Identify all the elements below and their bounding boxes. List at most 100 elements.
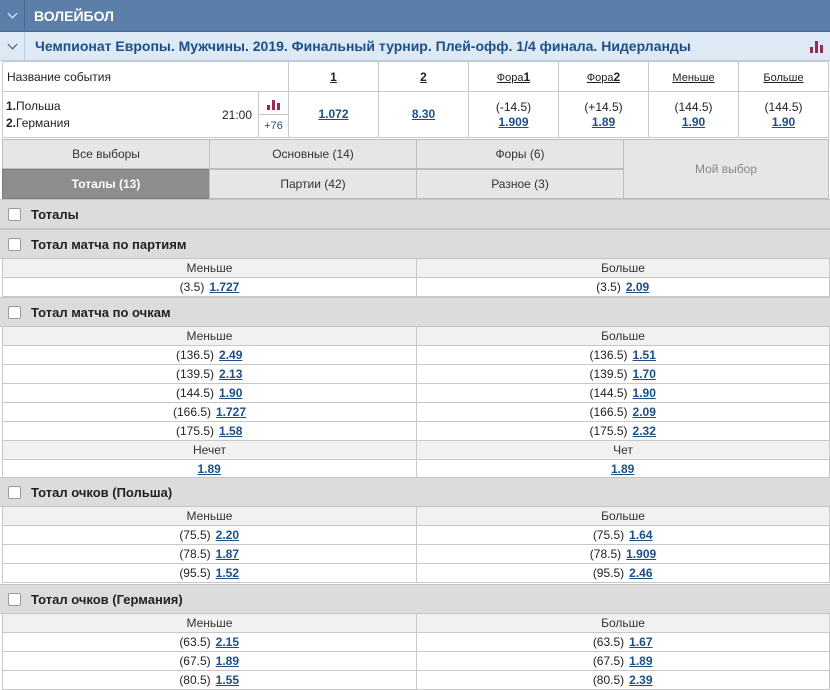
- chevron-down-icon: [7, 39, 17, 49]
- event-stats-button[interactable]: [259, 92, 288, 115]
- col-more-header[interactable]: Больше: [738, 61, 829, 92]
- section-checkbox[interactable]: [8, 305, 21, 319]
- more-odd[interactable]: 1.90: [772, 115, 795, 129]
- col-1-label[interactable]: 1: [330, 70, 337, 84]
- less-param: (144.5): [674, 99, 713, 114]
- filter-totals[interactable]: Тоталы (13): [2, 169, 210, 199]
- more-param: (144.5): [764, 99, 803, 114]
- less-cell[interactable]: (144.5) 1.90: [648, 91, 739, 138]
- event-row: 21:00 1.Польша 2.Германия +76 1.072 8.30…: [2, 91, 829, 138]
- col-2-header[interactable]: 2: [378, 61, 469, 92]
- col-fora2-header[interactable]: Фора2: [558, 61, 649, 92]
- table-row: (78.5) 1.87 (78.5) 1.909: [2, 545, 830, 564]
- more-option[interactable]: (166.5) 2.09: [416, 403, 830, 422]
- less-option[interactable]: (63.5) 2.15: [2, 633, 416, 652]
- more-option[interactable]: (139.5) 1.70: [416, 365, 830, 384]
- odd-2-cell[interactable]: 8.30: [378, 91, 469, 138]
- col-fora2-label[interactable]: Фора2: [587, 70, 620, 84]
- section-checkbox[interactable]: [8, 592, 21, 606]
- more-option[interactable]: (144.5) 1.90: [416, 384, 830, 403]
- col-more-label[interactable]: Больше: [763, 72, 803, 84]
- less-option[interactable]: (166.5) 1.727: [2, 403, 416, 422]
- chevron-down-icon: [7, 8, 17, 19]
- sport-title: ВОЛЕЙБОЛ: [34, 7, 114, 24]
- more-option[interactable]: (78.5) 1.909: [416, 545, 830, 564]
- less-option[interactable]: (175.5) 1.58: [2, 422, 416, 441]
- section-by-points[interactable]: Тотал матча по очкам: [0, 297, 830, 327]
- stats-icon: [266, 96, 281, 110]
- filter-sets[interactable]: Партии (42): [209, 169, 417, 199]
- less-option[interactable]: (144.5) 1.90: [2, 384, 416, 403]
- more-option[interactable]: (95.5) 2.46: [416, 564, 830, 583]
- section-germany[interactable]: Тотал очков (Германия): [0, 584, 830, 614]
- league-header[interactable]: Чемпионат Европы. Мужчины. 2019. Финальн…: [0, 31, 830, 61]
- filter-all[interactable]: Все выборы: [2, 139, 210, 169]
- fora1-odd[interactable]: 1.909: [498, 115, 528, 129]
- filter-foras[interactable]: Форы (6): [416, 139, 624, 169]
- section-title: Тотал очков (Польша): [31, 484, 173, 500]
- section-poland[interactable]: Тотал очков (Польша): [0, 477, 830, 507]
- fora2-odd[interactable]: 1.89: [592, 115, 615, 129]
- head-less: Меньше: [2, 327, 416, 346]
- section-by-sets[interactable]: Тотал матча по партиям: [0, 229, 830, 259]
- more-option[interactable]: (63.5) 1.67: [416, 633, 830, 652]
- less-option[interactable]: (3.5) 1.727: [2, 278, 416, 297]
- less-option[interactable]: (67.5) 1.89: [2, 652, 416, 671]
- fora2-param: (+14.5): [584, 99, 623, 114]
- table-row: (67.5) 1.89 (67.5) 1.89: [2, 652, 830, 671]
- less-option[interactable]: (139.5) 2.13: [2, 365, 416, 384]
- fora1-cell[interactable]: (-14.5) 1.909: [468, 91, 559, 138]
- less-odd[interactable]: 1.90: [682, 115, 705, 129]
- sport-header[interactable]: ВОЛЕЙБОЛ: [0, 0, 830, 32]
- head-more: Больше: [416, 614, 830, 633]
- more-cell[interactable]: (144.5) 1.90: [738, 91, 829, 138]
- head-less: Меньше: [2, 614, 416, 633]
- filter-misc[interactable]: Разное (3): [416, 169, 624, 199]
- filter-main[interactable]: Основные (14): [209, 139, 417, 169]
- more-option[interactable]: (3.5) 2.09: [416, 278, 830, 297]
- col-2-label[interactable]: 2: [420, 70, 427, 84]
- col-fora1-label[interactable]: Фора1: [497, 70, 530, 84]
- odd-2[interactable]: 8.30: [412, 107, 435, 121]
- odd-1-cell[interactable]: 1.072: [288, 91, 379, 138]
- grid-head-row: Меньше Больше: [2, 259, 830, 278]
- more-option[interactable]: (175.5) 2.32: [416, 422, 830, 441]
- section-checkbox[interactable]: [8, 207, 21, 221]
- table-row: (175.5) 1.58 (175.5) 2.32: [2, 422, 830, 441]
- table-row: (3.5) 1.727 (3.5) 2.09: [2, 278, 830, 297]
- more-bets-count[interactable]: +76: [259, 115, 288, 137]
- more-option[interactable]: (80.5) 2.39: [416, 671, 830, 690]
- section-totals[interactable]: Тоталы: [0, 199, 830, 229]
- by-sets-grid: Меньше Больше (3.5) 1.727 (3.5) 2.09: [2, 259, 830, 297]
- less-option[interactable]: (136.5) 2.49: [2, 346, 416, 365]
- table-row: (75.5) 2.20 (75.5) 1.64: [2, 526, 830, 545]
- more-option[interactable]: (75.5) 1.64: [416, 526, 830, 545]
- event-teams[interactable]: 21:00 1.Польша 2.Германия: [2, 91, 259, 138]
- col-1-header[interactable]: 1: [288, 61, 379, 92]
- odd-1[interactable]: 1.072: [318, 107, 348, 121]
- collapse-league-toggle[interactable]: [0, 31, 25, 61]
- filter-mine[interactable]: Мой выбор: [623, 139, 829, 199]
- head-less: Меньше: [2, 507, 416, 526]
- events-table: Название события 1 2 Фора1 Фора2 Меньше …: [2, 61, 829, 138]
- section-title: Тотал матча по очкам: [31, 304, 171, 320]
- less-option[interactable]: (75.5) 2.20: [2, 526, 416, 545]
- collapse-sport-toggle[interactable]: [0, 0, 25, 32]
- stats-icon[interactable]: [810, 39, 824, 53]
- fora2-cell[interactable]: (+14.5) 1.89: [558, 91, 649, 138]
- less-option[interactable]: (80.5) 1.55: [2, 671, 416, 690]
- col-less-label[interactable]: Меньше: [672, 72, 714, 84]
- fora1-param: (-14.5): [495, 99, 532, 114]
- section-checkbox[interactable]: [8, 485, 21, 499]
- col-less-header[interactable]: Меньше: [648, 61, 739, 92]
- table-row: (139.5) 2.13 (139.5) 1.70: [2, 365, 830, 384]
- col-fora1-header[interactable]: Фора1: [468, 61, 559, 92]
- table-row: (144.5) 1.90 (144.5) 1.90: [2, 384, 830, 403]
- more-option[interactable]: (136.5) 1.51: [416, 346, 830, 365]
- event-time: 21:00: [221, 107, 252, 122]
- more-option[interactable]: (67.5) 1.89: [416, 652, 830, 671]
- less-option[interactable]: (95.5) 1.52: [2, 564, 416, 583]
- section-checkbox[interactable]: [8, 237, 21, 251]
- team-1: 1.Польша: [6, 98, 61, 113]
- less-option[interactable]: (78.5) 1.87: [2, 545, 416, 564]
